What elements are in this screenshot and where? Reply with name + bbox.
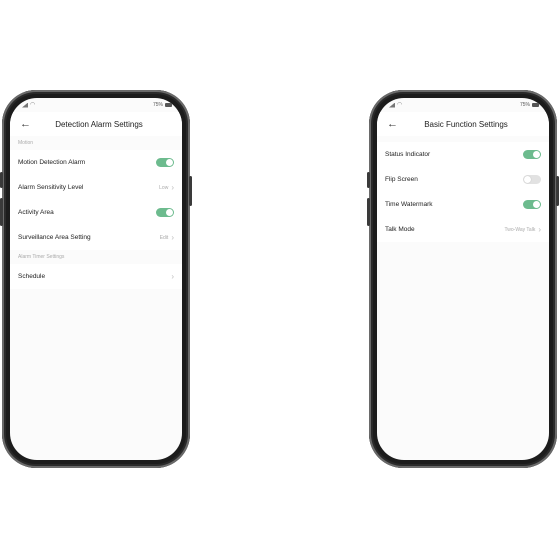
surveillance-area-setting-row[interactable]: Surveillance Area Setting Edit › bbox=[10, 225, 182, 250]
chevron-right-icon: › bbox=[171, 232, 174, 242]
toggle-knob bbox=[166, 209, 173, 216]
row-label: Alarm Sensitivity Level bbox=[18, 184, 84, 191]
time-watermark-toggle[interactable] bbox=[523, 200, 541, 209]
row-label: Schedule bbox=[18, 273, 46, 280]
side-button bbox=[367, 172, 370, 188]
page-title: Basic Function Settings bbox=[424, 119, 508, 129]
battery-icon bbox=[532, 103, 539, 107]
toggle-knob bbox=[533, 201, 540, 208]
signal-icon bbox=[389, 102, 395, 108]
row-label: Surveillance Area Setting bbox=[18, 234, 91, 241]
motion-settings-group: Motion Detection Alarm Alarm Sensitivity… bbox=[10, 150, 182, 250]
surveillance-area-value: Edit bbox=[159, 234, 169, 241]
chevron-right-icon: › bbox=[171, 271, 174, 281]
flip-screen-row: Flip Screen bbox=[377, 167, 549, 192]
wifi-icon: ◠ bbox=[30, 102, 36, 108]
status-indicator-toggle[interactable] bbox=[523, 150, 541, 159]
talk-mode-value: Two-Way Talk bbox=[504, 226, 536, 233]
time-watermark-row: Time Watermark bbox=[377, 192, 549, 217]
activity-area-toggle[interactable] bbox=[156, 208, 174, 217]
motion-detection-alarm-toggle[interactable] bbox=[156, 158, 174, 167]
phone-left: ◠ 75% ← Detection Alarm Settings Motion … bbox=[0, 90, 192, 468]
talk-mode-row[interactable]: Talk Mode Two-Way Talk › bbox=[377, 217, 549, 242]
toggle-knob bbox=[533, 151, 540, 158]
screen-detection-alarm-settings: ◠ 75% ← Detection Alarm Settings Motion … bbox=[10, 98, 182, 460]
signal-icon bbox=[22, 102, 28, 108]
row-label: Motion Detection Alarm bbox=[18, 159, 86, 166]
wifi-icon: ◠ bbox=[397, 102, 403, 108]
status-bar: ◠ 75% bbox=[10, 98, 182, 112]
battery-icon bbox=[165, 103, 172, 107]
chevron-right-icon: › bbox=[538, 224, 541, 234]
back-arrow-icon[interactable]: ← bbox=[20, 116, 31, 132]
battery-percentage: 75% bbox=[152, 102, 163, 108]
side-button bbox=[0, 172, 3, 188]
row-label: Talk Mode bbox=[385, 226, 415, 233]
timer-settings-group: Schedule › bbox=[10, 264, 182, 289]
row-label: Activity Area bbox=[18, 209, 54, 216]
flip-screen-toggle[interactable] bbox=[523, 175, 541, 184]
row-label: Flip Screen bbox=[385, 176, 418, 183]
toggle-knob bbox=[524, 176, 531, 183]
row-label: Status Indicator bbox=[385, 151, 431, 158]
header: ← Basic Function Settings bbox=[377, 112, 549, 136]
schedule-row[interactable]: Schedule › bbox=[10, 264, 182, 289]
sensitivity-value: Low bbox=[159, 184, 169, 191]
toggle-knob bbox=[166, 159, 173, 166]
chevron-right-icon: › bbox=[171, 182, 174, 192]
side-button bbox=[556, 176, 559, 206]
header: ← Detection Alarm Settings bbox=[10, 112, 182, 136]
back-arrow-icon[interactable]: ← bbox=[387, 116, 398, 132]
row-label: Time Watermark bbox=[385, 201, 433, 208]
section-label-alarm-timer: Alarm Timer Settings bbox=[18, 254, 65, 260]
side-button bbox=[189, 176, 192, 206]
alarm-sensitivity-level-row[interactable]: Alarm Sensitivity Level Low › bbox=[10, 175, 182, 200]
motion-detection-alarm-row: Motion Detection Alarm bbox=[10, 150, 182, 175]
battery-percentage: 75% bbox=[519, 102, 530, 108]
side-button bbox=[0, 198, 3, 226]
page-title: Detection Alarm Settings bbox=[55, 119, 143, 129]
section-label-motion: Motion bbox=[18, 140, 34, 146]
side-button bbox=[367, 198, 370, 226]
phone-right: ◠ 75% ← Basic Function Settings Status I… bbox=[367, 90, 559, 468]
screen-basic-function-settings: ◠ 75% ← Basic Function Settings Status I… bbox=[377, 98, 549, 460]
status-bar: ◠ 75% bbox=[377, 98, 549, 112]
basic-function-group: Status Indicator Flip Screen Time Waterm… bbox=[377, 142, 549, 242]
status-indicator-row: Status Indicator bbox=[377, 142, 549, 167]
activity-area-row: Activity Area bbox=[10, 200, 182, 225]
